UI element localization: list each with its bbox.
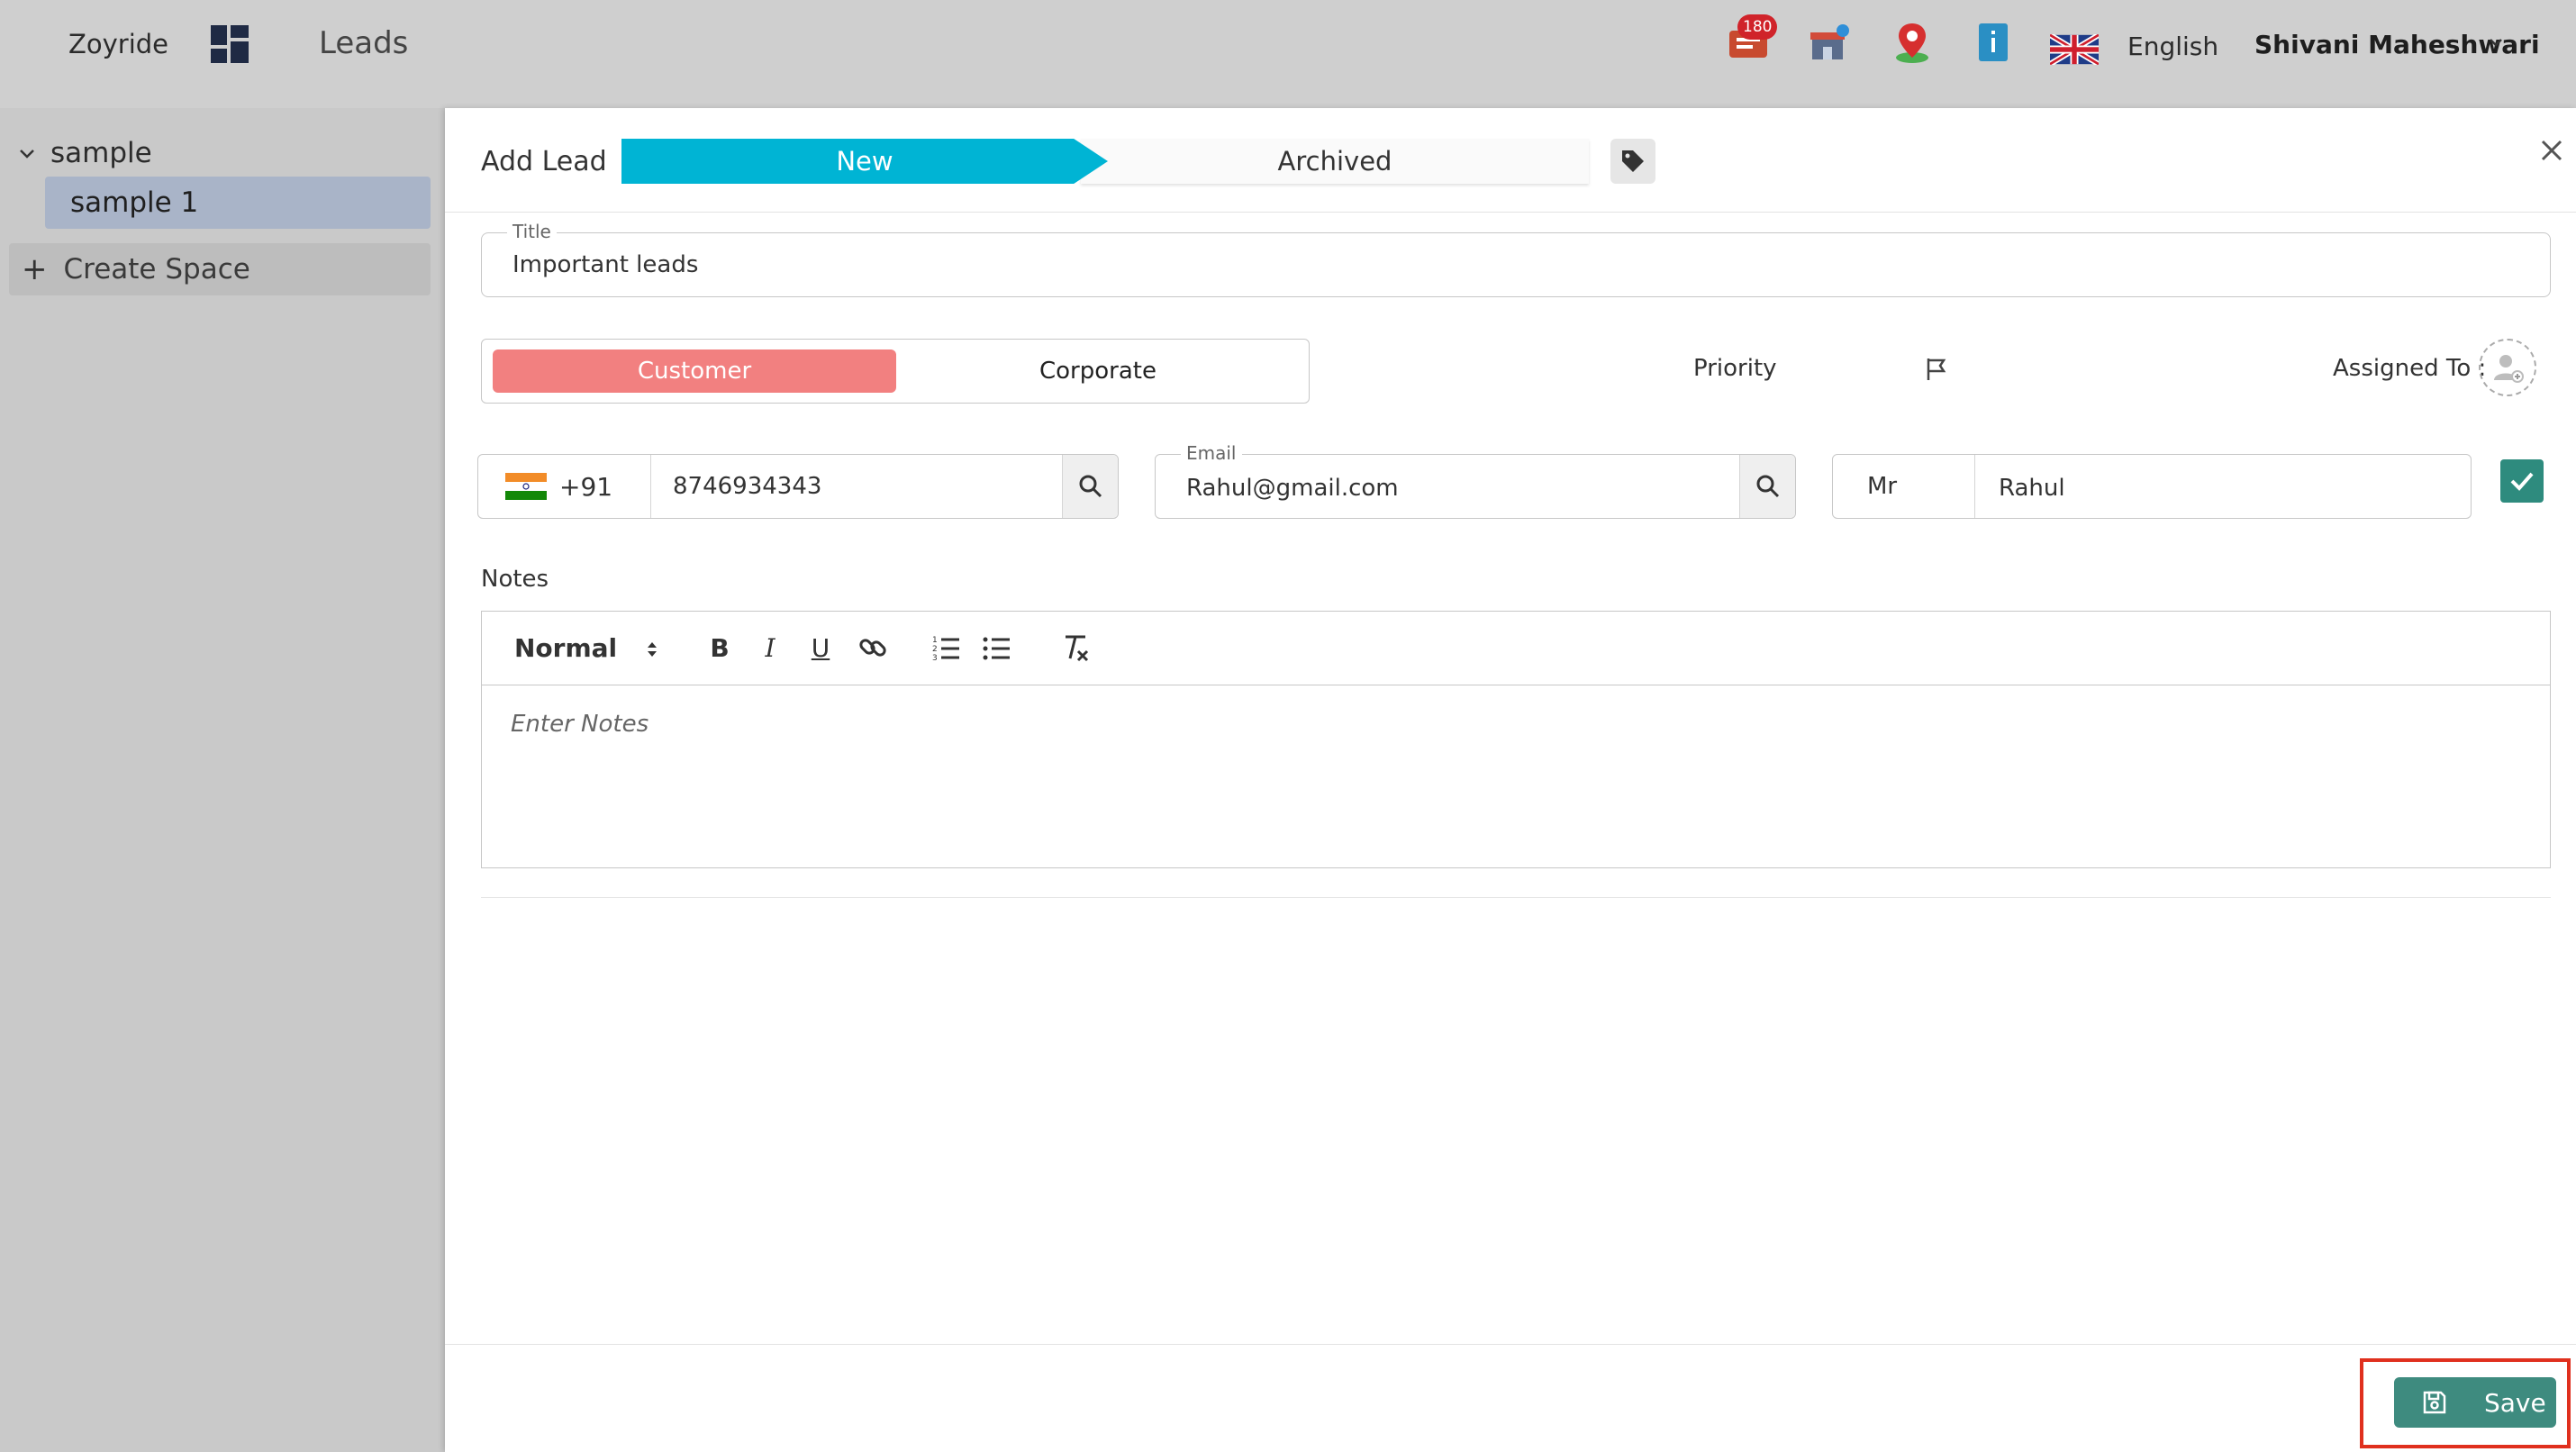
info-book-icon[interactable] xyxy=(1971,20,2016,65)
add-lead-panel: Add Lead Archived New Title Important le… xyxy=(445,108,2576,1452)
store-icon[interactable] xyxy=(1807,20,1852,65)
customer-option[interactable]: Customer xyxy=(493,349,896,393)
stage-new[interactable]: New xyxy=(621,139,1108,184)
country-code: +91 xyxy=(559,471,613,502)
assigned-to-label: Assigned To : xyxy=(2333,355,2487,382)
top-bar: Zoyride Leads 180 English Shivani Mahesh… xyxy=(0,0,2576,108)
format-select[interactable]: Normal xyxy=(514,633,617,663)
notes-input[interactable]: Enter Notes xyxy=(511,711,649,738)
email-field[interactable]: Email Rahul@gmail.com xyxy=(1155,442,1796,519)
phone-search-button[interactable] xyxy=(1062,455,1118,518)
section-divider xyxy=(481,897,2551,898)
email-value: Rahul@gmail.com xyxy=(1186,475,1399,502)
confirm-checkbox[interactable] xyxy=(2500,459,2544,503)
brand-name[interactable]: Zoyride xyxy=(68,29,168,59)
salutation-select[interactable]: Mr xyxy=(1833,455,1975,518)
search-icon xyxy=(1079,475,1102,498)
plus-icon: + xyxy=(22,251,48,287)
clear-format-icon[interactable] xyxy=(1060,631,1093,664)
panel-header: Add Lead Archived New xyxy=(445,108,2576,213)
bold-icon[interactable]: B xyxy=(703,631,736,664)
search-icon xyxy=(1756,475,1779,498)
country-code-selector[interactable]: +91 xyxy=(478,455,651,518)
sidebar-group[interactable]: sample xyxy=(16,135,152,171)
uk-flag-icon[interactable] xyxy=(2050,34,2099,65)
flag-icon[interactable] xyxy=(1922,355,1951,384)
notes-label: Notes xyxy=(481,566,549,593)
assign-user-button[interactable] xyxy=(2479,339,2536,396)
chevron-down-icon[interactable] xyxy=(16,142,38,164)
sidebar-group-label: sample xyxy=(50,137,152,169)
priority-label: Priority xyxy=(1693,355,1777,382)
phone-value: 8746934343 xyxy=(673,473,822,500)
notes-editor: Normal B I U 1 2 3 Enter Notes xyxy=(481,611,2551,868)
tag-icon xyxy=(1622,150,1644,172)
phone-field[interactable]: +91 8746934343 xyxy=(477,454,1119,519)
svg-text:1: 1 xyxy=(932,636,938,645)
close-icon[interactable] xyxy=(2536,135,2567,166)
chevron-down-icon[interactable] xyxy=(2486,32,2506,52)
bullet-list-icon[interactable] xyxy=(981,631,1013,664)
create-space-label: Create Space xyxy=(63,253,250,286)
create-space-button[interactable]: + Create Space xyxy=(9,243,431,295)
title-value: Important leads xyxy=(512,251,699,278)
underline-icon[interactable]: U xyxy=(804,631,837,664)
tag-button[interactable] xyxy=(1610,139,1655,184)
title-legend: Title xyxy=(507,221,557,242)
language-selector[interactable]: English xyxy=(2127,32,2218,61)
lead-type-toggle: Customer Corporate xyxy=(481,339,1310,404)
india-flag-icon xyxy=(505,473,547,500)
map-pin-icon[interactable] xyxy=(1890,20,1935,65)
notification-badge: 180 xyxy=(1737,14,1778,40)
add-user-icon xyxy=(2494,355,2524,383)
check-icon xyxy=(2510,472,2534,491)
name-field[interactable]: Mr Rahul xyxy=(1832,454,2472,519)
link-icon[interactable] xyxy=(857,631,889,664)
panel-title: Add Lead xyxy=(481,146,607,177)
sidebar-item-sample-1[interactable]: sample 1 xyxy=(45,177,431,229)
sidebar: sample sample 1 + Create Space xyxy=(0,108,445,1452)
stage-archived[interactable]: Archived xyxy=(1081,139,1589,184)
editor-toolbar: Normal B I U 1 2 3 xyxy=(482,612,2550,685)
save-highlight-box xyxy=(2360,1358,2571,1448)
ordered-list-icon[interactable]: 1 2 3 xyxy=(930,631,963,664)
svg-text:3: 3 xyxy=(932,654,938,663)
title-field[interactable]: Title Important leads xyxy=(481,221,2551,297)
select-arrows-icon[interactable] xyxy=(644,639,660,660)
italic-icon[interactable]: I xyxy=(754,631,786,664)
name-value: Rahul xyxy=(1999,475,2065,502)
email-legend: Email xyxy=(1181,442,1242,464)
apps-grid-icon[interactable] xyxy=(211,25,249,63)
email-search-button[interactable] xyxy=(1739,455,1795,518)
corporate-option[interactable]: Corporate xyxy=(896,349,1300,393)
panel-footer: Save xyxy=(445,1344,2576,1452)
svg-text:2: 2 xyxy=(932,645,938,654)
module-title: Leads xyxy=(319,25,409,61)
